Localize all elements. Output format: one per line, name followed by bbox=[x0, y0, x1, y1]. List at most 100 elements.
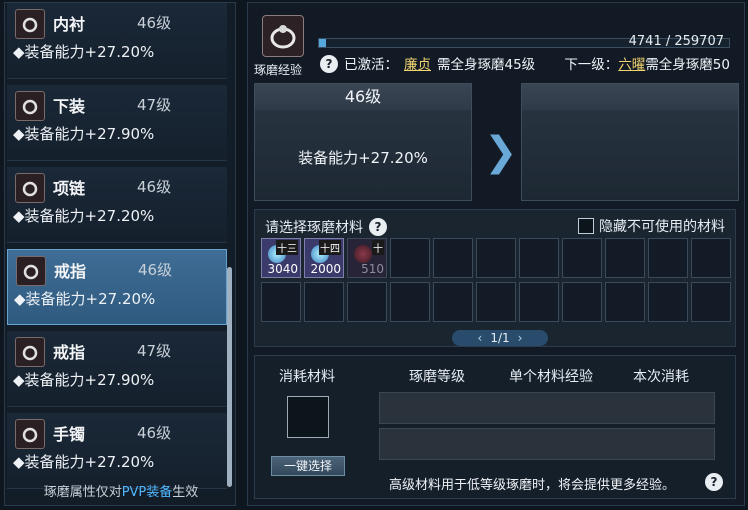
material-tier: 十三 bbox=[276, 240, 298, 255]
pagination: ‹ 1/1 › bbox=[452, 330, 548, 346]
polish-exp-label: 琢磨经验 bbox=[254, 63, 303, 77]
page-indicator: 1/1 bbox=[490, 331, 510, 345]
material-grid: 十三 3040 十四 2000 十 510 bbox=[261, 238, 731, 322]
active-desc: 需全身琢磨45级 bbox=[437, 57, 536, 73]
material-slot[interactable] bbox=[433, 282, 473, 322]
next-level-title bbox=[522, 84, 738, 110]
equipment-list-item[interactable]: 手镯 46级 ◆装备能力+27.20% bbox=[7, 413, 227, 489]
material-tier: 十 bbox=[372, 240, 384, 255]
item-level: 46级 bbox=[137, 178, 172, 196]
material-slot[interactable] bbox=[648, 282, 688, 322]
equipment-list-item[interactable]: 项链 46级 ◆装备能力+27.20% bbox=[7, 167, 227, 243]
item-name: 手镯 bbox=[53, 425, 86, 444]
item-bonus: ◆装备能力+27.20% bbox=[13, 453, 155, 471]
pvp-note-prefix: 琢磨属性仅对 bbox=[43, 485, 122, 500]
material-slot[interactable] bbox=[304, 282, 344, 322]
current-level-bonus: 装备能力+27.20% bbox=[298, 149, 428, 167]
prev-page-icon[interactable]: ‹ bbox=[470, 331, 491, 345]
material-panel: 请选择琢磨材料 ? 隐藏不可使用的材料 十三 3040 十四 2000 十 510 ‹ 1/… bbox=[254, 209, 736, 347]
gem-icon bbox=[354, 245, 372, 263]
help-icon[interactable]: ? bbox=[320, 55, 338, 73]
next-page-icon[interactable]: › bbox=[510, 331, 531, 345]
col-material: 消耗材料 bbox=[279, 369, 335, 385]
consume-material-slot[interactable] bbox=[287, 396, 329, 438]
item-name: 项链 bbox=[53, 179, 86, 198]
material-slot[interactable] bbox=[562, 282, 602, 322]
item-level: 46级 bbox=[138, 261, 173, 279]
auto-select-button[interactable]: 一键选择 bbox=[271, 456, 345, 476]
chevron-right-icon: ❯ bbox=[484, 129, 518, 175]
item-name: 内衬 bbox=[53, 15, 86, 34]
material-slot[interactable] bbox=[476, 282, 516, 322]
current-level-title: 46级 bbox=[255, 84, 471, 110]
consume-row bbox=[379, 392, 715, 424]
material-title-text: 请选择琢磨材料 bbox=[265, 220, 363, 236]
next-prefix: 下一级： bbox=[564, 57, 619, 73]
item-level: 47级 bbox=[137, 96, 172, 114]
item-bonus: ◆装备能力+27.20% bbox=[13, 207, 155, 225]
hide-unusable-label: 隐藏不可使用的材料 bbox=[599, 219, 725, 235]
material-slot[interactable] bbox=[562, 238, 602, 278]
material-slot[interactable] bbox=[691, 282, 731, 322]
next-level-box bbox=[521, 83, 739, 201]
col-exp: 单个材料经验 bbox=[509, 369, 593, 385]
item-bonus: ◆装备能力+27.20% bbox=[13, 43, 155, 61]
material-count: 2000 bbox=[310, 262, 341, 276]
material-slot[interactable] bbox=[605, 238, 645, 278]
item-bonus: ◆装备能力+27.90% bbox=[13, 371, 155, 389]
next-desc: 需全身琢磨50 bbox=[645, 57, 730, 73]
material-slot[interactable]: 十三 3040 bbox=[261, 238, 301, 278]
material-slot[interactable] bbox=[261, 282, 301, 322]
exp-progress-fill bbox=[319, 39, 327, 47]
material-slot[interactable] bbox=[390, 282, 430, 322]
pvp-note-suffix: 生效 bbox=[172, 485, 199, 500]
next-tier: 下一级：六曜需全身琢磨50 bbox=[564, 53, 730, 73]
help-icon[interactable]: ? bbox=[705, 473, 723, 491]
material-slot[interactable] bbox=[519, 238, 559, 278]
pvp-note-highlight: PVP装备 bbox=[121, 485, 173, 500]
material-slot[interactable] bbox=[476, 238, 516, 278]
material-tier: 十四 bbox=[319, 240, 341, 255]
active-tier-link[interactable]: 廉贞 bbox=[404, 53, 431, 73]
equipment-list-item[interactable]: 内衬 46级 ◆装备能力+27.20% bbox=[7, 3, 227, 79]
equipment-list-item[interactable]: 戒指 47级 ◆装备能力+27.90% bbox=[7, 331, 227, 407]
ring-icon bbox=[15, 337, 45, 367]
col-level: 琢磨等级 bbox=[409, 369, 465, 385]
equipment-list-item[interactable]: 下装 47级 ◆装备能力+27.90% bbox=[7, 85, 227, 161]
hide-unusable-option[interactable]: 隐藏不可使用的材料 bbox=[578, 216, 725, 236]
tip-text: 高级材料用于低等级琢磨时，将会提供更多经验。 bbox=[389, 478, 676, 493]
polish-panel: 琢磨经验 ? 4741 / 259707 已激活： 廉贞 需全身琢磨45级 下一级：… bbox=[247, 2, 745, 506]
material-slot[interactable] bbox=[433, 238, 473, 278]
pvp-note: 琢磨属性仅对PVP装备生效 bbox=[5, 481, 237, 500]
item-bonus: ◆装备能力+27.90% bbox=[13, 125, 155, 143]
material-slot[interactable] bbox=[519, 282, 559, 322]
material-slot[interactable] bbox=[390, 238, 430, 278]
material-slot[interactable]: 十 510 bbox=[347, 238, 387, 278]
equipment-list-panel: 内衬 46级 ◆装备能力+27.20% 下装 47级 ◆装备能力+27.90% 项链 46级 ◆… bbox=[4, 2, 236, 506]
bracelet-icon bbox=[15, 419, 45, 449]
hide-unusable-checkbox[interactable] bbox=[578, 218, 594, 234]
current-level-box: 46级 装备能力+27.20% bbox=[254, 83, 472, 201]
item-name: 戒指 bbox=[53, 343, 86, 362]
equipment-list-item[interactable]: 戒指 46级 ◆装备能力+27.20% bbox=[7, 249, 227, 325]
exp-text: 4741 / 259707 bbox=[628, 34, 724, 49]
material-slot[interactable] bbox=[605, 282, 645, 322]
active-tier: 已激活： 廉贞 需全身琢磨45级 bbox=[344, 53, 535, 73]
item-name: 下装 bbox=[53, 97, 86, 116]
list-scrollbar[interactable] bbox=[227, 267, 232, 487]
material-title: 请选择琢磨材料 ? bbox=[265, 217, 387, 237]
pants-icon bbox=[15, 91, 45, 121]
item-level: 46级 bbox=[137, 14, 172, 32]
material-slot[interactable] bbox=[691, 238, 731, 278]
material-slot[interactable]: 十四 2000 bbox=[304, 238, 344, 278]
necklace-icon bbox=[15, 173, 45, 203]
item-level: 46级 bbox=[137, 424, 172, 442]
shirt-icon bbox=[15, 9, 45, 39]
material-slot[interactable] bbox=[347, 282, 387, 322]
consume-panel: 消耗材料 琢磨等级 单个材料经验 本次消耗 一键选择 高级材料用于低等级琢磨时，… bbox=[254, 355, 736, 499]
help-icon[interactable]: ? bbox=[369, 218, 387, 236]
next-tier-link[interactable]: 六曜 bbox=[618, 57, 645, 73]
material-count: 3040 bbox=[267, 262, 298, 276]
material-slot[interactable] bbox=[648, 238, 688, 278]
ring-icon bbox=[16, 256, 46, 286]
